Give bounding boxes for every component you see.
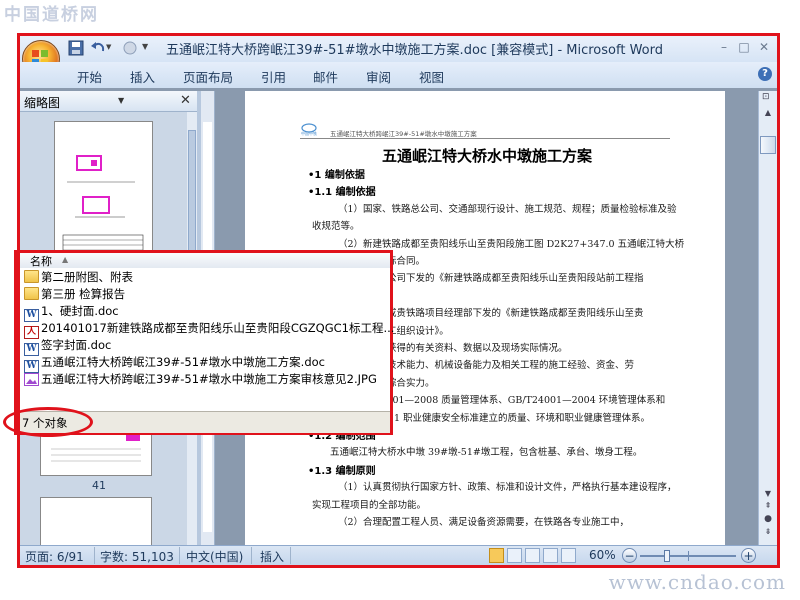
file-list-item[interactable]: 五通岷江特大桥跨岷江39#-51#墩水中墩施工方案审核意见2.JPG	[24, 371, 386, 388]
status-separator	[290, 547, 291, 564]
zoom-out-button[interactable]: −	[622, 548, 637, 563]
tab-references[interactable]: 引用	[261, 67, 286, 86]
previous-page-icon[interactable]: ⇞	[762, 501, 774, 511]
file-name: 1、硬封面.doc	[41, 304, 119, 318]
header-rule	[300, 138, 670, 139]
undo-dropdown-icon[interactable]: ▼	[106, 43, 114, 51]
minimize-button[interactable]: –	[714, 38, 734, 56]
status-word-count[interactable]: 字数: 51,103	[100, 548, 174, 565]
help-icon[interactable]: ?	[758, 67, 772, 81]
sort-ascending-icon: ▲	[62, 255, 69, 264]
customize-toolbar-icon[interactable]: ▼	[142, 42, 152, 52]
tab-home[interactable]: 开始	[77, 67, 102, 86]
zoom-slider-thumb[interactable]	[663, 550, 670, 562]
svg-text:中国中铁: 中国中铁	[301, 130, 317, 136]
redo-icon[interactable]	[122, 40, 138, 56]
file-name: 第二册附图、附表	[41, 270, 133, 284]
file-list-item[interactable]: 第三册 检算报告	[24, 286, 386, 303]
file-name: 五通岷江特大桥跨岷江39#-51#墩水中墩施工方案.doc	[41, 355, 325, 369]
close-icon[interactable]: ✕	[180, 93, 191, 108]
zoom-slider-center-tick	[688, 551, 689, 561]
close-button[interactable]: ✕	[754, 38, 774, 56]
status-separator	[94, 547, 95, 564]
office-logo-red	[32, 50, 39, 57]
web-layout-view-icon[interactable]	[525, 548, 540, 563]
ruler-toggle-icon[interactable]: ⊡	[762, 92, 774, 104]
draft-view-icon[interactable]	[561, 548, 576, 563]
tab-mailings[interactable]: 邮件	[313, 67, 338, 86]
page-header-text: 五通岷江特大桥跨岷江39#-51#墩水中墩施工方案	[330, 130, 477, 138]
vertical-scrollbar[interactable]	[758, 91, 778, 545]
status-page[interactable]: 页面: 6/91	[25, 548, 84, 565]
file-name: 五通岷江特大桥跨岷江39#-51#墩水中墩施工方案审核意见2.JPG	[41, 372, 377, 386]
tab-insert[interactable]: 插入	[130, 67, 155, 86]
thumbnail-pane-title[interactable]: 缩略图	[24, 94, 60, 111]
vertical-scroll-thumb[interactable]	[760, 136, 776, 154]
file-list-item[interactable]: W 1、硬封面.doc	[24, 303, 386, 322]
outline-view-icon[interactable]	[543, 548, 558, 563]
undo-icon[interactable]	[90, 40, 106, 56]
maximize-button[interactable]: □	[734, 38, 754, 56]
company-logo: 中国中铁	[300, 122, 318, 136]
page-thumbnail[interactable]	[54, 121, 153, 258]
file-list-item[interactable]: W 五通岷江特大桥跨岷江39#-51#墩水中墩施工方案.doc	[24, 354, 386, 373]
full-screen-reading-view-icon[interactable]	[507, 548, 522, 563]
column-header-name[interactable]: 名称	[30, 253, 52, 269]
scroll-down-icon[interactable]: ▼	[762, 489, 774, 499]
folder-icon	[24, 270, 39, 283]
tab-review[interactable]: 审阅	[366, 67, 391, 86]
zoom-level[interactable]: 60%	[589, 548, 616, 562]
office-logo-green	[41, 50, 48, 57]
status-language[interactable]: 中文(中国)	[186, 548, 243, 565]
tab-page-layout[interactable]: 页面布局	[183, 67, 233, 86]
file-list-header	[17, 253, 390, 269]
tab-view[interactable]: 视图	[419, 67, 444, 86]
scroll-up-icon[interactable]: ▲	[762, 108, 774, 118]
status-insert-mode[interactable]: 插入	[260, 548, 284, 565]
window-title: 五通岷江特大桥跨岷江39#-51#墩水中墩施工方案.doc [兼容模式] - M…	[166, 43, 663, 58]
watermark-top: 中国道桥网	[4, 5, 99, 25]
file-list-item[interactable]: 人 201401017新建铁路成都至贵阳线乐山至贵阳段CGZQGC1标工程...	[24, 320, 394, 339]
next-page-icon[interactable]: ⇟	[762, 527, 774, 537]
document-main-title: 五通岷江特大桥水中墩施工方案	[382, 147, 593, 165]
save-icon[interactable]	[68, 40, 84, 56]
file-list-item[interactable]: W 签字封面.doc	[24, 337, 386, 356]
file-name: 201401017新建铁路成都至贵阳线乐山至贵阳段CGZQGC1标工程...	[41, 321, 395, 335]
zoom-in-button[interactable]: +	[741, 548, 756, 563]
highlight-ellipse	[3, 407, 93, 437]
page-thumbnail[interactable]	[40, 497, 152, 547]
file-name: 第三册 检算报告	[41, 287, 126, 301]
status-separator	[251, 547, 252, 564]
thumbnail-page-number: 41	[92, 479, 106, 492]
chevron-down-icon[interactable]: ▼	[118, 96, 124, 105]
folder-icon	[24, 287, 39, 300]
status-separator	[179, 547, 180, 564]
jpg-image-icon	[24, 373, 39, 386]
print-layout-view-icon[interactable]	[489, 548, 504, 563]
watermark-bottom: www.cndao.com	[608, 570, 786, 594]
select-browse-object-icon[interactable]: ●	[763, 514, 773, 524]
file-name: 签字封面.doc	[41, 338, 112, 352]
file-list-item[interactable]: 第二册附图、附表	[24, 269, 386, 286]
